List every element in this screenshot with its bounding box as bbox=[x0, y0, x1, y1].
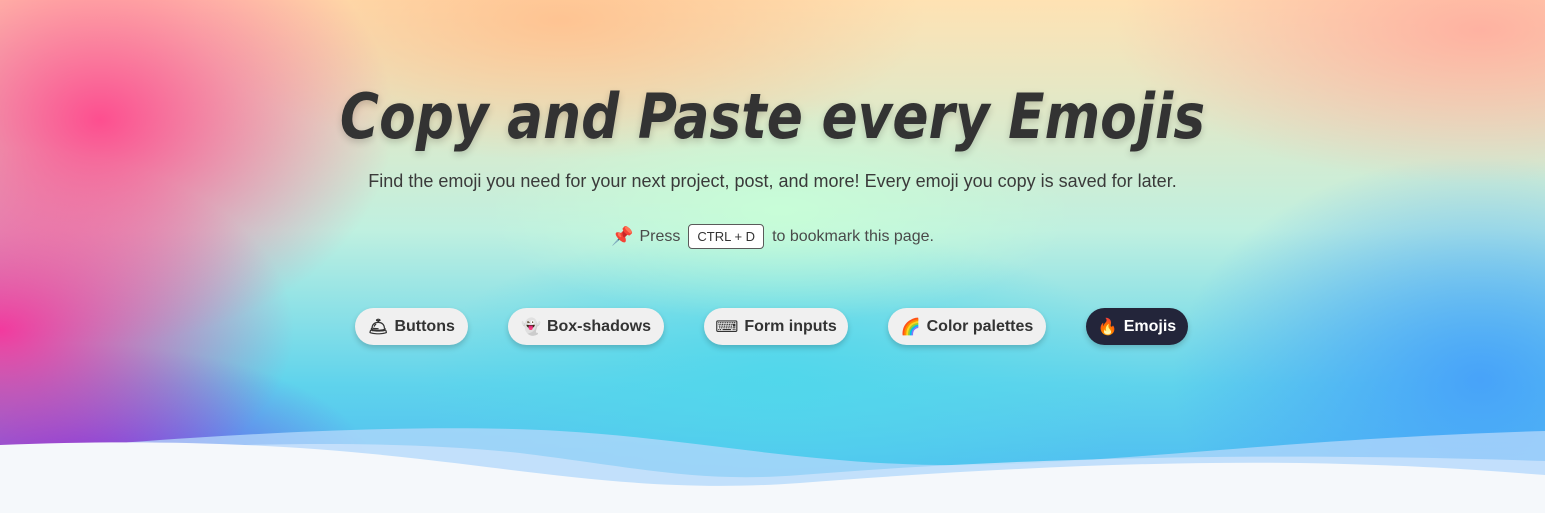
bookmark-hint: 📌 Press CTRL + D to bookmark this page. bbox=[0, 224, 1545, 249]
nav-emojis-label: Emojis bbox=[1123, 317, 1177, 335]
nav-color-palettes[interactable]: 🌈 Color palettes bbox=[888, 308, 1046, 345]
page-title: Copy and Paste every Emojis bbox=[339, 80, 1206, 153]
nav-box-shadows-label: Box-shadows bbox=[546, 317, 651, 335]
nav-buttons[interactable]: 🛎 Buttons bbox=[355, 308, 468, 345]
page-subtitle: Find the emoji you need for your next pr… bbox=[368, 171, 1177, 191]
nav-form-inputs[interactable]: ⌨ Form inputs bbox=[704, 308, 848, 345]
keyboard-shortcut-badge: CTRL + D bbox=[688, 224, 765, 249]
nav-buttons-label: Buttons bbox=[394, 317, 455, 335]
fire-icon: 🔥 bbox=[1097, 318, 1118, 336]
nav-box-shadows[interactable]: 👻 Box-shadows bbox=[508, 308, 664, 345]
nav-color-palettes-label: Color palettes bbox=[926, 317, 1034, 335]
rainbow-icon: 🌈 bbox=[900, 318, 921, 336]
nav-emojis[interactable]: 🔥 Emojis bbox=[1086, 308, 1188, 345]
bookmark-prefix: Press bbox=[639, 227, 681, 245]
pushpin-icon: 📌 bbox=[611, 226, 634, 246]
wave-divider bbox=[0, 428, 1545, 513]
hero-banner: Copy and Paste every Emojis Find the emo… bbox=[0, 0, 1545, 513]
bell-icon: 🛎 bbox=[368, 318, 389, 336]
ghost-icon: 👻 bbox=[521, 318, 541, 336]
keyboard-icon: ⌨ bbox=[715, 318, 739, 336]
nav-form-inputs-label: Form inputs bbox=[744, 317, 837, 335]
bookmark-suffix: to bookmark this page. bbox=[772, 227, 934, 245]
